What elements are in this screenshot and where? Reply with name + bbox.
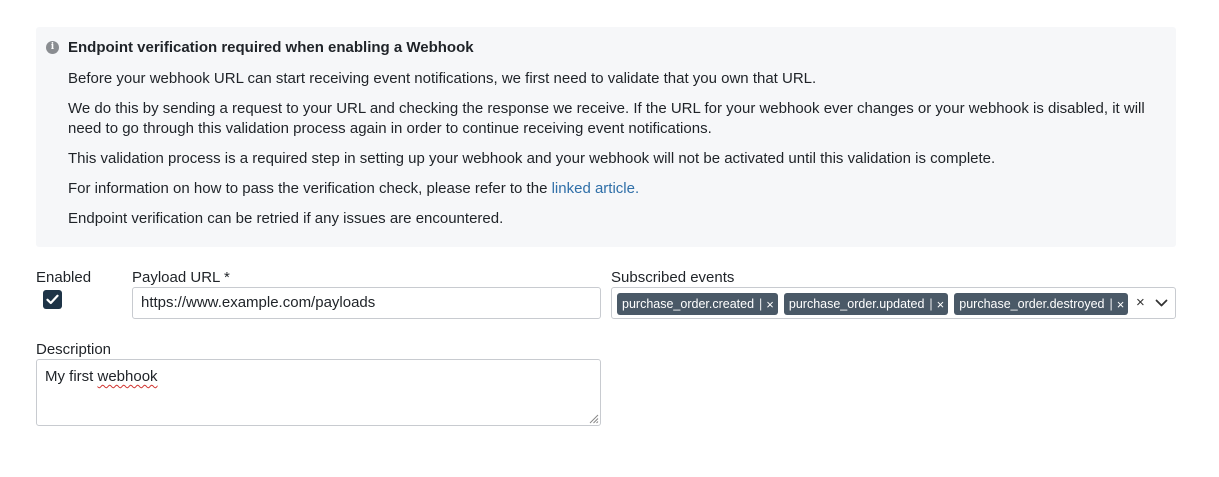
notice-body: Before your webhook URL can start receiv… — [68, 69, 1163, 239]
remove-tag-icon[interactable]: × — [766, 297, 774, 312]
payload-url-input[interactable]: https://www.example.com/payloads — [132, 287, 601, 319]
notice-title: Endpoint verification required when enab… — [68, 39, 474, 56]
tag-separator: | — [759, 297, 763, 311]
remove-tag-icon[interactable]: × — [1117, 297, 1125, 312]
event-tag: purchase_order.destroyed | × — [954, 293, 1129, 315]
info-icon: i — [46, 41, 59, 54]
event-tag-label: purchase_order.updated — [788, 297, 925, 311]
clear-all-icon[interactable]: × — [1136, 294, 1145, 311]
description-textarea[interactable]: My first webhook — [36, 359, 601, 426]
subscribed-events-select[interactable]: purchase_order.created | × purchase_orde… — [611, 287, 1176, 319]
description-flagged-word: webhook — [97, 368, 158, 385]
notice-link-prefix: For information on how to pass the verif… — [68, 180, 552, 197]
event-tags: purchase_order.created | × purchase_orde… — [617, 293, 1129, 315]
remove-tag-icon[interactable]: × — [937, 297, 945, 312]
notice-paragraph-link: For information on how to pass the verif… — [68, 179, 1163, 199]
resize-grip-icon[interactable] — [588, 413, 599, 424]
chevron-down-icon[interactable] — [1155, 296, 1168, 310]
event-tag-label: purchase_order.destroyed — [959, 297, 1105, 311]
description-text: My first — [45, 368, 98, 385]
enabled-checkbox[interactable] — [43, 290, 62, 309]
description-label: Description — [36, 341, 112, 358]
notice-paragraph: We do this by sending a request to your … — [68, 100, 1145, 137]
notice-paragraph: This validation process is a required st… — [68, 150, 996, 167]
notice-paragraph: Before your webhook URL can start receiv… — [68, 70, 817, 87]
verification-notice: i Endpoint verification required when en… — [36, 27, 1176, 247]
subscribed-events-label: Subscribed events — [611, 269, 735, 286]
event-tag: purchase_order.updated | × — [783, 293, 949, 315]
enabled-label: Enabled — [36, 269, 92, 286]
payload-url-label: Payload URL * — [132, 269, 230, 286]
tag-separator: | — [1109, 297, 1113, 311]
linked-article-link[interactable]: linked article. — [552, 180, 640, 197]
event-tag: purchase_order.created | × — [617, 293, 778, 315]
notice-paragraph: Endpoint verification can be retried if … — [68, 210, 504, 227]
tag-separator: | — [929, 297, 933, 311]
checkmark-icon — [46, 294, 59, 305]
event-tag-label: purchase_order.created — [622, 297, 755, 311]
